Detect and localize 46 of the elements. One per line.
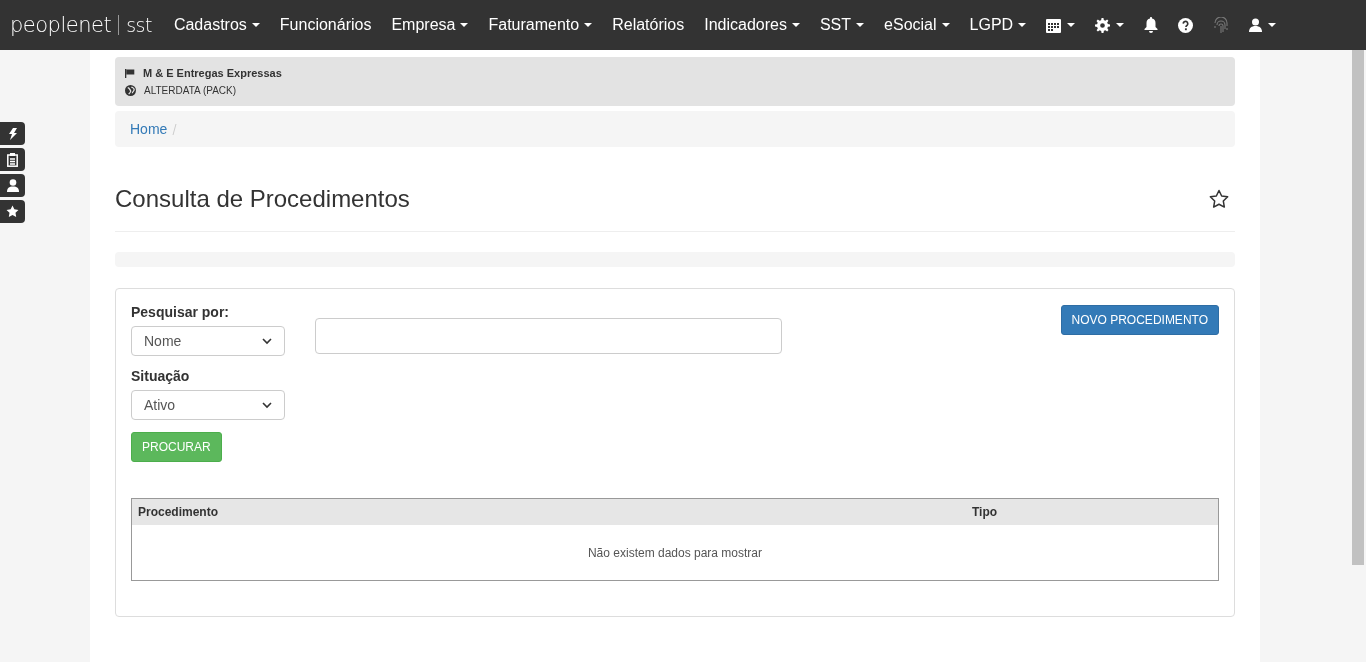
bell-icon [1144, 17, 1159, 33]
chevron-down-icon [262, 401, 272, 409]
caret-icon [1067, 23, 1076, 27]
nav-menu-item[interactable]: Empresa [381, 16, 479, 34]
help-icon [1178, 17, 1194, 33]
chevron-down-icon [262, 337, 272, 345]
column-header[interactable]: Procedimento [138, 505, 972, 519]
company-name: M & E Entregas Expressas [143, 67, 282, 79]
nav-menu-item[interactable]: SST [809, 16, 875, 34]
nav-menu-item[interactable]: Cadastros [163, 16, 270, 34]
user-shortcut-button[interactable] [0, 174, 25, 197]
star-icon [6, 205, 19, 218]
person-icon [6, 179, 19, 192]
column-header[interactable]: Tipo [972, 505, 998, 519]
search-input-field[interactable] [315, 318, 782, 354]
caret-icon [1268, 23, 1277, 27]
calendar-icon [1046, 17, 1062, 33]
user-icon [1249, 18, 1263, 32]
field-label: Pesquisar por: [131, 304, 231, 320]
logo-suffix[interactable]: sst [126, 14, 152, 36]
field-label: Situação [131, 368, 191, 384]
logo[interactable]: peoplenet [10, 13, 112, 37]
fingerprint-icon [1213, 16, 1230, 34]
flag-icon [125, 68, 135, 78]
nav-menu-item[interactable]: eSocial [874, 16, 960, 34]
company-group: ALTERDATA (PACK) [144, 85, 237, 96]
new-procedure-button[interactable]: NOVO PROCEDIMENTO [1060, 305, 1219, 335]
status-select[interactable]: Ativo [131, 390, 285, 420]
lightning-icon [8, 127, 17, 140]
clipboard-shortcut-button[interactable] [0, 148, 25, 171]
clipboard-icon [7, 152, 18, 167]
star-shortcut-button[interactable] [0, 200, 25, 223]
nav-menu-item[interactable]: Relatórios [602, 16, 695, 34]
nav-menu-item[interactable]: Indicadores [694, 16, 810, 34]
nav-menu-item[interactable]: Faturamento [478, 16, 603, 34]
search-by-select[interactable]: Nome [131, 326, 285, 356]
page-title: Consulta de Procedimentos [115, 185, 410, 213]
nav-menu-item[interactable]: LGPD [959, 16, 1037, 34]
breadcrumb-link[interactable]: Home [130, 121, 168, 137]
scrollbar[interactable] [1352, 50, 1364, 565]
bolt-shortcut-button[interactable] [0, 122, 25, 145]
nav-menu-item[interactable]: Funcionários [269, 16, 382, 34]
favorite-star-icon[interactable] [1209, 189, 1229, 209]
empty-message: Não existem dados para mostrar [587, 545, 763, 560]
caret-icon [1116, 23, 1125, 27]
settings-icon [1095, 17, 1111, 33]
